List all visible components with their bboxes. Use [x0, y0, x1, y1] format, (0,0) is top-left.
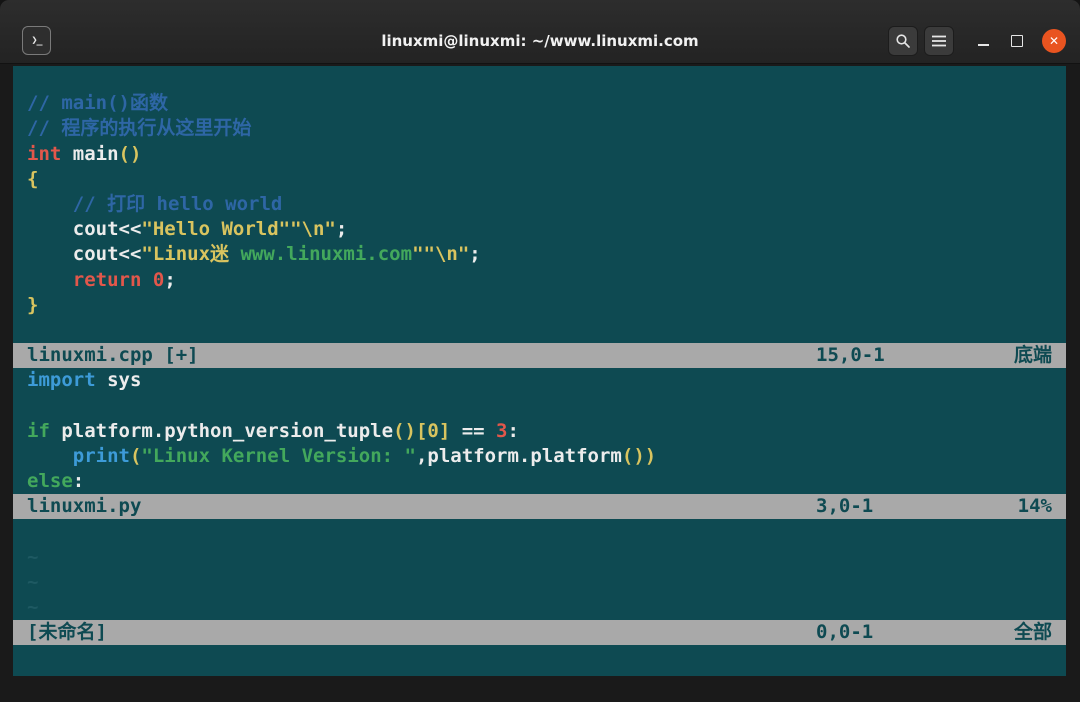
- vim-buffer-py[interactable]: import sys if platform.python_version_tu…: [13, 368, 1066, 494]
- statusline-position: 全部: [1013, 621, 1052, 644]
- vim-statusline-py: linuxmi.py 3,0-1 14%: [13, 494, 1066, 520]
- terminal-body[interactable]: // main()函数// 程序的执行从这里开始 int main(){ // 打…: [0, 64, 1080, 702]
- vim-window-py: import sys if platform.python_version_tu…: [13, 368, 1066, 520]
- minimize-icon: [977, 43, 989, 46]
- vim-window-cpp: // main()函数// 程序的执行从这里开始 int main(){ // 打…: [13, 66, 1066, 369]
- vim-command-line[interactable]: [13, 645, 1066, 670]
- statusline-position: 14%: [1017, 495, 1052, 518]
- terminal-app-icon: ❯_: [22, 26, 51, 55]
- statusline-ruler: 15,0-1: [816, 344, 885, 367]
- close-button[interactable]: ✕: [1042, 28, 1066, 53]
- vim-window-unnamed: ~ ~ ~ [未命名] 0,0-1 全部: [13, 519, 1066, 646]
- maximize-icon: [1011, 34, 1023, 47]
- vim-buffer-cpp[interactable]: // main()函数// 程序的执行从这里开始 int main(){ // 打…: [13, 66, 1066, 343]
- statusline-filename: [未命名]: [27, 621, 107, 644]
- vim-statusline-unnamed: [未命名] 0,0-1 全部: [13, 620, 1066, 646]
- vim-statusline-cpp: linuxmi.cpp [+] 15,0-1 底端: [13, 343, 1066, 369]
- maximize-button[interactable]: [1010, 26, 1024, 56]
- titlebar-controls: ✕: [888, 25, 1066, 56]
- terminal-window: ❯_ linuxmi@linuxmi: ~/www.linuxmi.com ✕ …: [0, 0, 1080, 702]
- close-icon: ✕: [1048, 33, 1060, 48]
- terminal-screen[interactable]: // main()函数// 程序的执行从这里开始 int main(){ // 打…: [13, 66, 1066, 676]
- search-button[interactable]: [888, 25, 918, 56]
- terminal-app-icon-glyph: ❯_: [31, 35, 42, 46]
- menu-button[interactable]: [924, 25, 954, 56]
- statusline-position: 底端: [1013, 344, 1052, 367]
- statusline-ruler: 3,0-1: [816, 495, 874, 518]
- vim-buffer-unnamed[interactable]: ~ ~ ~: [13, 519, 1066, 620]
- statusline-filename: linuxmi.cpp [+]: [27, 344, 199, 367]
- search-icon: [895, 33, 911, 49]
- statusline-ruler: 0,0-1: [816, 621, 874, 644]
- statusline-filename: linuxmi.py: [27, 495, 142, 518]
- minimize-button[interactable]: [976, 26, 990, 56]
- titlebar[interactable]: ❯_ linuxmi@linuxmi: ~/www.linuxmi.com ✕: [0, 0, 1080, 64]
- hamburger-menu-icon: [931, 34, 947, 48]
